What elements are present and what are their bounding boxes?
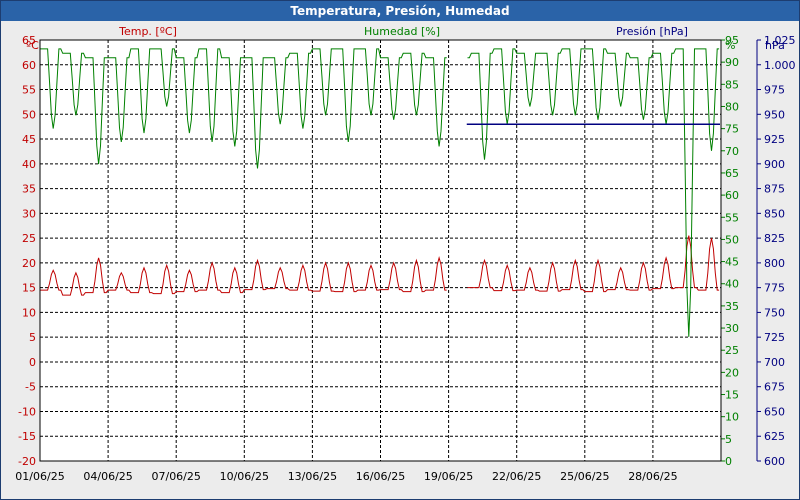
tick-label-temp: 35: [22, 183, 36, 196]
tick-label-temp: -20: [18, 455, 36, 468]
axis-unit-temp: ºC: [26, 39, 39, 52]
tick-label-pressure: 900: [764, 158, 785, 171]
tick-label-date: 25/06/25: [560, 470, 609, 483]
tick-label-temp: 5: [29, 331, 36, 344]
tick-label-humidity: 60: [725, 189, 739, 202]
tick-label-humidity: 90: [725, 56, 739, 69]
tick-label-date: 13/06/25: [288, 470, 337, 483]
tick-label-humidity: 70: [725, 145, 739, 158]
tick-label-temp: -5: [25, 381, 36, 394]
tick-label-date: 19/06/25: [424, 470, 473, 483]
chart-canvas: 65605550454035302520151050-5-10-15-20959…: [15, 25, 796, 483]
tick-label-date: 07/06/25: [151, 470, 200, 483]
tick-label-date: 01/06/25: [15, 470, 64, 483]
tick-label-pressure: 775: [764, 282, 785, 295]
tick-label-temp: 40: [22, 158, 36, 171]
tick-label-temp: -10: [18, 405, 36, 418]
tick-label-temp: 10: [22, 306, 36, 319]
tick-label-pressure: 600: [764, 455, 785, 468]
tick-label-temp: 25: [22, 232, 36, 245]
tick-label-pressure: 650: [764, 405, 785, 418]
legend-pressure: Presión [hPa]: [616, 25, 688, 38]
tick-label-humidity: 55: [725, 211, 739, 224]
tick-label-pressure: 850: [764, 207, 785, 220]
tick-label-pressure: 675: [764, 381, 785, 394]
tick-label-date: 16/06/25: [356, 470, 405, 483]
tick-label-temp: 50: [22, 108, 36, 121]
tick-label-pressure: 975: [764, 84, 785, 97]
tick-label-temp: 55: [22, 84, 36, 97]
legend-humidity: Humedad [%]: [364, 25, 440, 38]
tick-label-humidity: 65: [725, 167, 739, 180]
tick-label-pressure: 925: [764, 133, 785, 146]
tick-label-pressure: 800: [764, 257, 785, 270]
tick-label-pressure: 725: [764, 331, 785, 344]
legend-temp: Temp. [ºC]: [118, 25, 177, 38]
tick-label-date: 28/06/25: [628, 470, 677, 483]
tick-label-temp: 60: [22, 59, 36, 72]
axis-unit-humidity: %: [725, 39, 735, 52]
tick-label-humidity: 15: [725, 389, 739, 402]
tick-label-humidity: 0: [725, 455, 732, 468]
tick-label-date: 10/06/25: [220, 470, 269, 483]
tick-label-temp: 45: [22, 133, 36, 146]
tick-label-temp: 0: [29, 356, 36, 369]
tick-label-temp: -15: [18, 430, 36, 443]
tick-label-pressure: 1.000: [764, 59, 796, 72]
tick-label-temp: 15: [22, 282, 36, 295]
tick-label-pressure: 700: [764, 356, 785, 369]
axis-unit-pressure: hPa: [765, 39, 785, 52]
tick-label-pressure: 950: [764, 108, 785, 121]
tick-label-humidity: 20: [725, 366, 739, 379]
tick-label-humidity: 10: [725, 411, 739, 424]
tick-label-humidity: 75: [725, 123, 739, 136]
tick-label-temp: 30: [22, 207, 36, 220]
tick-label-humidity: 5: [725, 433, 732, 446]
tick-label-humidity: 30: [725, 322, 739, 335]
tick-label-humidity: 35: [725, 300, 739, 313]
tick-label-humidity: 40: [725, 278, 739, 291]
tick-label-pressure: 750: [764, 306, 785, 319]
tick-label-humidity: 80: [725, 100, 739, 113]
tick-label-pressure: 625: [764, 430, 785, 443]
tick-label-humidity: 25: [725, 344, 739, 357]
tick-label-humidity: 85: [725, 78, 739, 91]
tick-label-pressure: 825: [764, 232, 785, 245]
tick-label-date: 04/06/25: [83, 470, 132, 483]
tick-label-date: 22/06/25: [492, 470, 541, 483]
tick-label-pressure: 875: [764, 183, 785, 196]
tick-label-humidity: 45: [725, 256, 739, 269]
tick-label-temp: 20: [22, 257, 36, 270]
tick-label-humidity: 50: [725, 233, 739, 246]
